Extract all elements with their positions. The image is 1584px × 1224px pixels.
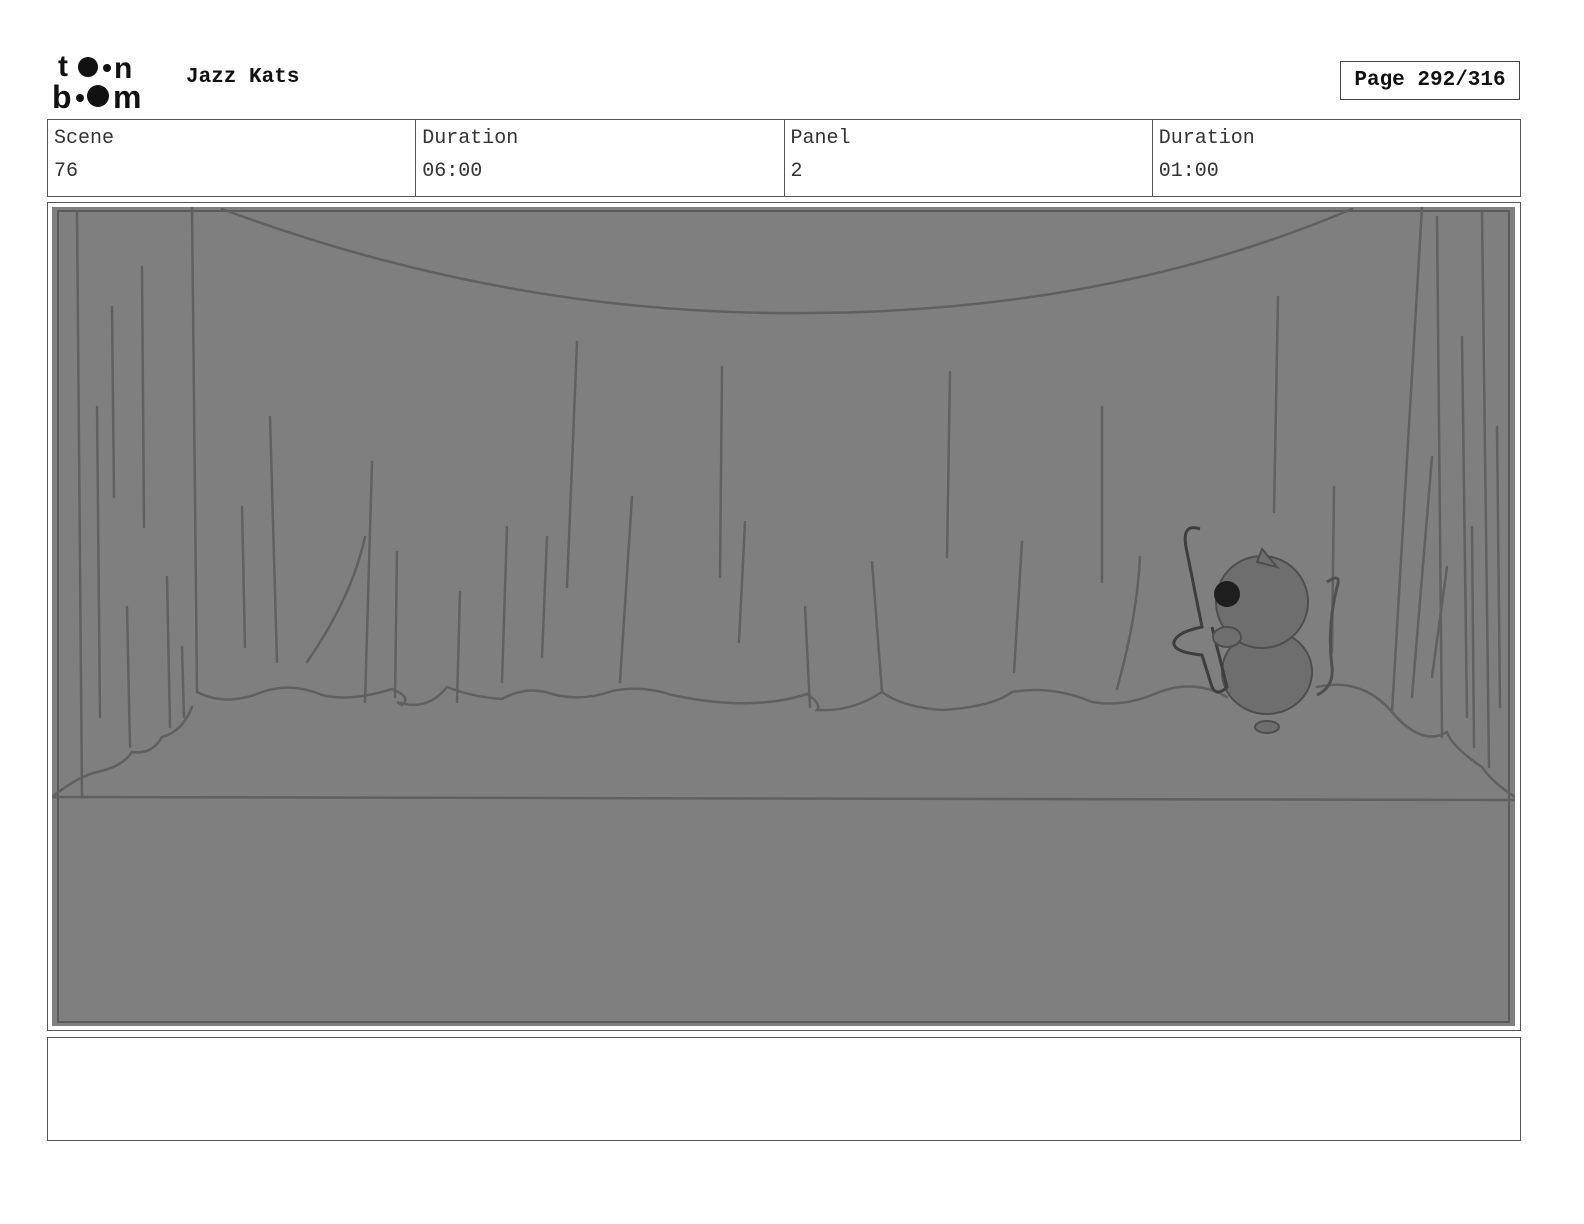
scene-value: 76 <box>54 160 79 183</box>
svg-text:b: b <box>52 79 72 112</box>
panel-duration-value: 01:00 <box>1158 160 1219 183</box>
panel-label: Panel <box>790 127 851 150</box>
scene-info-row: Scene 76 Duration 06:00 Panel 2 Duration… <box>47 119 1521 197</box>
project-title: Jazz Kats <box>186 66 300 89</box>
scene-label: Scene <box>54 127 115 150</box>
scene-duration-label: Duration <box>422 127 519 150</box>
panel-notes <box>47 1037 1521 1141</box>
panel-duration-label: Duration <box>1158 127 1255 150</box>
toonboom-logo: t n b m <box>52 50 141 112</box>
scene-cell: Scene 76 <box>48 120 417 196</box>
panel-drawing <box>52 207 1515 1026</box>
panel-value: 2 <box>790 160 803 183</box>
scene-duration-cell: Duration 06:00 <box>416 120 785 196</box>
panel-cell: Panel 2 <box>785 120 1153 196</box>
panel-duration-cell: Duration 01:00 <box>1153 120 1520 196</box>
svg-text:m: m <box>113 79 141 112</box>
storyboard-panel <box>47 202 1521 1031</box>
scene-duration-value: 06:00 <box>422 160 483 183</box>
page-number: Page 292/316 <box>1340 61 1520 100</box>
